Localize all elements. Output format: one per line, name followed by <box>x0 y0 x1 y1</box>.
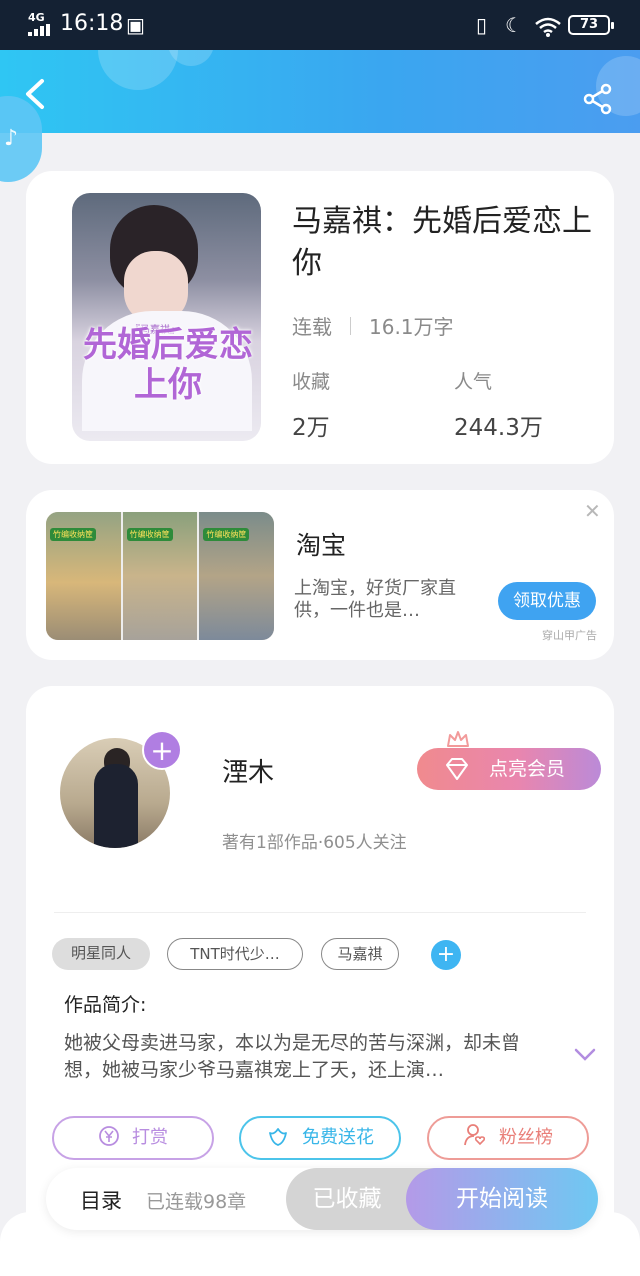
book-title: 马嘉祺：先婚后爱恋上你 <box>292 204 592 281</box>
collected-label: 已收藏 <box>312 1186 382 1212</box>
fans-rank-button[interactable]: 粉丝榜 <box>427 1116 589 1160</box>
popularity-stat: 人气 244.3万 <box>454 367 543 442</box>
word-count: 16.1万字 <box>369 315 454 339</box>
status-bar: 4G 16:18 ▣ ▯ ☾ 73 <box>0 0 640 50</box>
ad-image-panel: 竹编收纳筐 <box>46 512 123 640</box>
music-note-icon: ♪ <box>4 126 19 151</box>
ad-image-label: 竹编收纳筐 <box>126 528 173 541</box>
tag[interactable]: 明星同人 <box>52 938 150 970</box>
popularity-value: 244.3万 <box>454 415 543 441</box>
free-flower-button[interactable]: 免费送花 <box>239 1116 401 1160</box>
avatar-figure-body <box>94 764 138 848</box>
signal-icon <box>28 24 54 36</box>
ad-image-label: 竹编收纳筐 <box>203 528 250 541</box>
clock: 16:18 <box>60 11 124 36</box>
tag[interactable]: 马嘉祺 <box>321 938 399 970</box>
plus-icon[interactable]: + <box>142 730 182 770</box>
popularity-label: 人气 <box>454 371 493 393</box>
chevron-down-icon[interactable] <box>574 1048 596 1062</box>
sim-icon: ▣ <box>126 13 145 37</box>
crown-icon <box>447 731 469 747</box>
vibrate-icon: ▯ <box>476 13 488 37</box>
ad-image[interactable]: 竹编收纳筐 竹编收纳筐 竹编收纳筐 <box>46 512 274 640</box>
fans-rank-label: 粉丝榜 <box>499 1127 553 1148</box>
reward-button[interactable]: 打赏 <box>52 1116 214 1160</box>
claim-coupon-button[interactable]: 领取优惠 <box>498 582 596 620</box>
vip-button[interactable]: 点亮会员 <box>417 748 601 790</box>
header-bar <box>0 50 640 133</box>
serial-status: 连载 <box>292 315 332 339</box>
reward-label: 打赏 <box>132 1127 168 1148</box>
ad-image-panel: 竹编收纳筐 <box>122 512 200 640</box>
book-cover[interactable]: 『马嘉祺』 先婚后爱恋上你 <box>72 193 261 441</box>
intro-label: 作品简介: <box>64 994 147 1016</box>
bottom-action-bar: 目录 已连载98章 已收藏 开始阅读 <box>46 1168 598 1230</box>
meta-divider <box>350 316 351 335</box>
start-reading-button[interactable]: 开始阅读 <box>406 1168 598 1230</box>
network-label: 4G <box>28 11 45 24</box>
author-name[interactable]: 湮木 <box>222 752 274 789</box>
collect-label: 收藏 <box>292 371 331 393</box>
author-stats: 著有1部作品·605人关注 <box>222 833 407 853</box>
cover-title: 先婚后爱恋上你 <box>83 325 253 405</box>
collect-value: 2万 <box>292 415 330 441</box>
divider <box>54 912 586 913</box>
tag[interactable]: TNT时代少… <box>167 938 303 970</box>
add-tag-icon[interactable]: + <box>431 940 461 970</box>
moon-icon: ☾ <box>505 13 523 37</box>
diamond-icon <box>446 758 468 780</box>
battery-icon: 73 <box>568 15 614 35</box>
ad-source-label: 穿山甲广告 <box>542 629 597 642</box>
user-heart-icon <box>464 1124 486 1146</box>
yuan-coin-icon <box>99 1126 119 1146</box>
share-icon[interactable] <box>582 83 614 115</box>
toc-button[interactable]: 目录 <box>80 1185 122 1215</box>
ad-image-panel: 竹编收纳筐 <box>199 512 274 640</box>
ad-title: 淘宝 <box>296 531 347 560</box>
collect-stat: 收藏 2万 <box>292 367 330 442</box>
free-flower-label: 免费送花 <box>302 1127 374 1148</box>
ad-image-label: 竹编收纳筐 <box>50 528 96 541</box>
ad-description: 上淘宝，好货厂家直供，一件也是… <box>294 578 456 621</box>
chapter-count[interactable]: 已连载98章 <box>146 1187 246 1214</box>
book-info-card: 『马嘉祺』 先婚后爱恋上你 马嘉祺：先婚后爱恋上你 连载 16.1万字 收藏 2… <box>26 171 614 464</box>
intro-text: 她被父母卖进马家，本以为是无尽的苦与深渊，却未曾想，她被马家少爷马嘉祺宠上了天，… <box>64 1032 521 1081</box>
ad-card[interactable]: 竹编收纳筐 竹编收纳筐 竹编收纳筐 ✕ 淘宝 上淘宝，好货厂家直供，一件也是… … <box>26 490 614 660</box>
vip-button-label: 点亮会员 <box>489 758 566 780</box>
wifi-icon <box>535 17 561 37</box>
flower-icon <box>269 1128 287 1146</box>
close-icon[interactable]: ✕ <box>584 499 601 523</box>
decor-bubble <box>98 50 178 90</box>
book-meta: 连载 16.1万字 <box>292 311 454 340</box>
